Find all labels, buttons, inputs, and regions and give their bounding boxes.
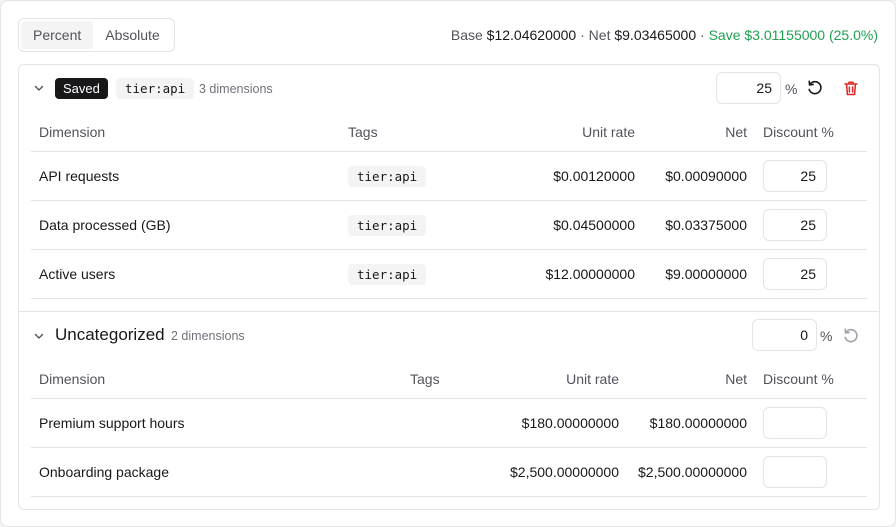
table-row: Active users tier:api $12.00000000 $9.00… xyxy=(31,250,867,299)
row-tag: tier:api xyxy=(348,166,427,187)
column-net: Net xyxy=(725,371,747,387)
mode-absolute-button[interactable]: Absolute xyxy=(93,21,171,49)
group-uncategorized: Uncategorized 2 dimensions 0 % Dimension… xyxy=(18,311,880,510)
column-dimension: Dimension xyxy=(39,371,106,387)
net-value: $9.00000000 xyxy=(665,266,747,282)
chevron-down-icon[interactable] xyxy=(33,82,45,94)
dimension-name: Premium support hours xyxy=(39,415,185,431)
discount-input[interactable]: 25 xyxy=(763,258,827,290)
dimension-name: Onboarding package xyxy=(39,464,169,480)
table-header: Dimension Tags Unit rate Net Discount % xyxy=(31,112,867,152)
net-value: $0.03375000 xyxy=(665,217,747,233)
group-header: Uncategorized 2 dimensions 0 % xyxy=(19,312,879,358)
separator: · xyxy=(700,27,705,43)
unit-rate: $12.00000000 xyxy=(545,266,635,282)
separator: · xyxy=(580,27,585,43)
dimension-count: 3 dimensions xyxy=(199,82,273,96)
group-title: Uncategorized xyxy=(55,325,165,344)
base-label: Base xyxy=(450,27,483,43)
discount-input[interactable] xyxy=(763,407,827,439)
table-row: Premium support hours $180.00000000 $180… xyxy=(31,399,867,448)
column-tags: Tags xyxy=(410,371,440,387)
group-tier-api: Saved tier:api 3 dimensions 25 % Dimensi… xyxy=(18,64,880,312)
column-unit-rate: Unit rate xyxy=(566,371,619,387)
column-unit-rate: Unit rate xyxy=(582,124,635,140)
group-percent-input[interactable]: 25 xyxy=(716,72,781,104)
group-header: Saved tier:api 3 dimensions 25 % xyxy=(19,65,879,111)
column-net: Net xyxy=(725,124,747,140)
net-value: $0.00090000 xyxy=(665,168,747,184)
discount-editor-card: Percent Absolute Base $12.04620000 · Net… xyxy=(0,0,896,527)
discount-input[interactable] xyxy=(763,456,827,488)
saved-badge: Saved xyxy=(55,78,108,99)
row-tag: tier:api xyxy=(348,215,427,236)
dimension-name: Active users xyxy=(39,266,116,282)
unit-rate: $0.04500000 xyxy=(553,217,635,233)
rotate-ccw-icon[interactable] xyxy=(842,327,860,345)
table-header: Dimension Tags Unit rate Net Discount % xyxy=(31,359,867,399)
chevron-down-icon[interactable] xyxy=(33,330,45,342)
column-tags: Tags xyxy=(348,124,378,140)
base-value: $12.04620000 xyxy=(486,27,577,43)
dimension-name: Data processed (GB) xyxy=(39,217,171,233)
group-percent-input[interactable]: 0 xyxy=(752,319,817,351)
net-value: $2,500.00000000 xyxy=(638,464,747,480)
net-label: Net xyxy=(588,27,611,43)
unit-rate: $180.00000000 xyxy=(521,415,619,431)
column-discount: Discount % xyxy=(763,371,834,387)
price-summary: Base $12.04620000 · Net $9.03465000 · Sa… xyxy=(451,27,878,43)
dimension-count: 2 dimensions xyxy=(171,329,245,343)
row-tag: tier:api xyxy=(348,264,427,285)
mode-toggle: Percent Absolute xyxy=(18,18,175,52)
savings-value: Save $3.01155000 (25.0%) xyxy=(708,27,878,43)
net-value: $180.00000000 xyxy=(649,415,747,431)
percent-sign: % xyxy=(820,328,833,344)
table-row: API requests tier:api $0.00120000 $0.000… xyxy=(31,152,867,201)
table-row: Data processed (GB) tier:api $0.04500000… xyxy=(31,201,867,250)
rotate-ccw-icon[interactable] xyxy=(806,79,824,97)
unit-rate: $2,500.00000000 xyxy=(510,464,619,480)
group-tag: tier:api xyxy=(116,78,195,99)
column-dimension: Dimension xyxy=(39,124,106,140)
net-value: $9.03465000 xyxy=(614,27,697,43)
unit-rate: $0.00120000 xyxy=(553,168,635,184)
dimension-name: API requests xyxy=(39,168,120,184)
discount-input[interactable]: 25 xyxy=(763,160,827,192)
column-discount: Discount % xyxy=(763,124,834,140)
percent-sign: % xyxy=(785,81,798,97)
discount-input[interactable]: 25 xyxy=(763,209,827,241)
trash-icon[interactable] xyxy=(842,79,860,97)
mode-percent-button[interactable]: Percent xyxy=(21,21,94,49)
table-row: Onboarding package $2,500.00000000 $2,50… xyxy=(31,448,867,497)
